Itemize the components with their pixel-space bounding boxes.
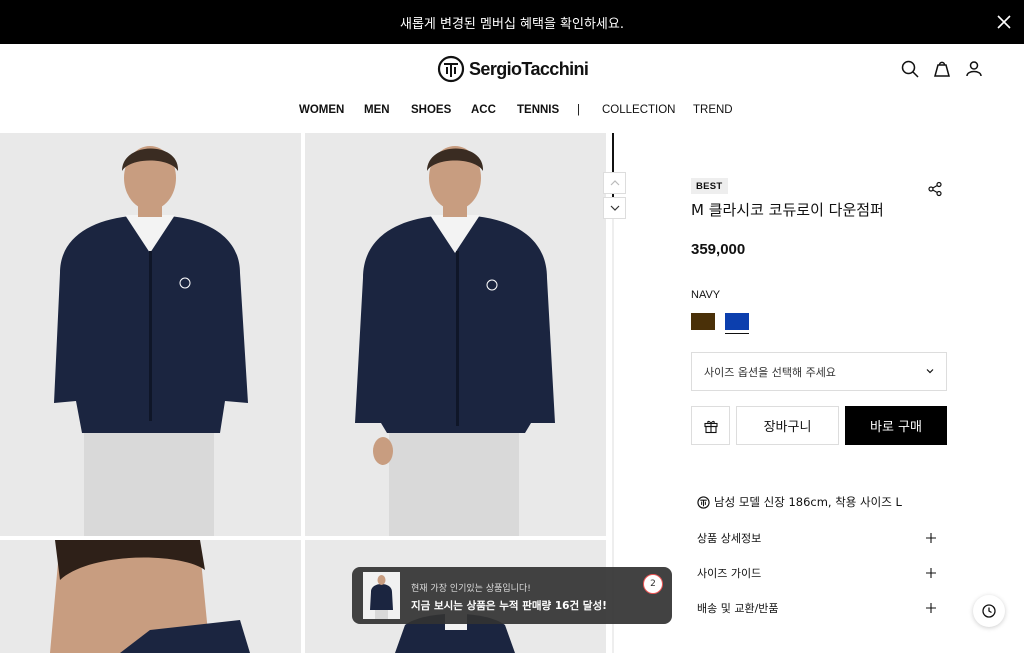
share-icon[interactable] [927,181,943,197]
logo-emblem-icon [437,55,465,83]
accordion-label: 사이즈 가이드 [697,567,762,580]
add-to-cart-button[interactable]: 장바구니 [736,406,839,445]
brand-logo[interactable]: SergioTacchini [437,55,589,83]
size-select-placeholder: 사이즈 옵션을 선택해 주세요 [704,365,836,379]
nav-item-collection[interactable]: COLLECTION [602,104,676,116]
color-swatch-navy[interactable] [725,313,749,330]
product-photo-front[interactable] [0,133,301,536]
nav-item-men[interactable]: MEN [364,104,390,116]
gallery-prev-button[interactable] [603,172,626,194]
chevron-down-icon [926,369,934,374]
logo-emblem-icon [697,495,710,509]
product-name: M 클라시코 코듀로이 다운점퍼 [691,201,884,219]
search-icon[interactable] [900,59,920,79]
toast-subtitle: 현재 가장 인기있는 상품입니다! [411,584,531,594]
product-price: 359,000 [691,241,746,258]
recently-viewed-button[interactable] [973,595,1005,627]
gift-icon [703,420,718,433]
size-select[interactable]: 사이즈 옵션을 선택해 주세요 [691,352,947,391]
nav-item-shoes[interactable]: SHOES [411,104,451,116]
nav-item-trend[interactable]: TREND [693,104,733,116]
model-info: 남성 모델 신장 186cm, 착용 사이즈 L [697,494,902,510]
nav-item-acc[interactable]: ACC [471,104,496,116]
product-photo-front-2[interactable] [305,133,606,536]
nav-item-tennis[interactable]: TENNIS [517,104,559,116]
plus-icon [926,533,936,543]
clock-icon [982,604,996,618]
popular-product-toast[interactable]: 현재 가장 인기있는 상품입니다! 지금 보시는 상품은 누적 판매량 16건 … [352,567,672,624]
product-photo-closeup[interactable] [0,540,301,653]
toast-count-badge: 2 [643,574,663,594]
selected-swatch-underline [725,333,749,334]
model-info-text: 남성 모델 신장 186cm, 착용 사이즈 L [714,495,902,509]
toast-message: 지금 보시는 상품은 누적 판매량 16건 달성! [411,600,607,612]
accordion-product-details[interactable]: 상품 상세정보 [697,528,941,548]
brand-name: SergioTacchini [469,58,589,79]
color-swatch-brown[interactable] [691,313,715,330]
plus-icon [926,603,936,613]
announcement-banner: 새롭게 변경된 멤버십 혜택을 확인하세요. [0,0,1024,44]
main-navigation: WOMEN MEN SHOES ACC TENNIS | COLLECTION … [0,104,1024,122]
chevron-up-icon [610,180,619,186]
accordion-label: 상품 상세정보 [697,532,762,545]
nav-item-women[interactable]: WOMEN [299,104,344,116]
close-icon[interactable] [994,12,1014,32]
nav-separator: | [577,104,580,116]
accordion-shipping-returns[interactable]: 배송 및 교환/반품 [697,598,941,618]
banner-text: 새롭게 변경된 멤버십 혜택을 확인하세요. [400,16,624,32]
gift-button[interactable] [691,406,730,445]
gallery-next-button[interactable] [603,197,626,219]
plus-icon [926,568,936,578]
chevron-down-icon [610,205,619,211]
selected-color-label: NAVY [691,289,721,301]
buy-now-button[interactable]: 바로 구매 [845,406,947,445]
best-badge: BEST [691,178,728,194]
toast-product-thumbnail [363,572,400,619]
user-icon[interactable] [964,59,984,79]
bag-icon[interactable] [932,59,952,79]
accordion-size-guide[interactable]: 사이즈 가이드 [697,563,941,583]
accordion-label: 배송 및 교환/반품 [697,602,779,615]
